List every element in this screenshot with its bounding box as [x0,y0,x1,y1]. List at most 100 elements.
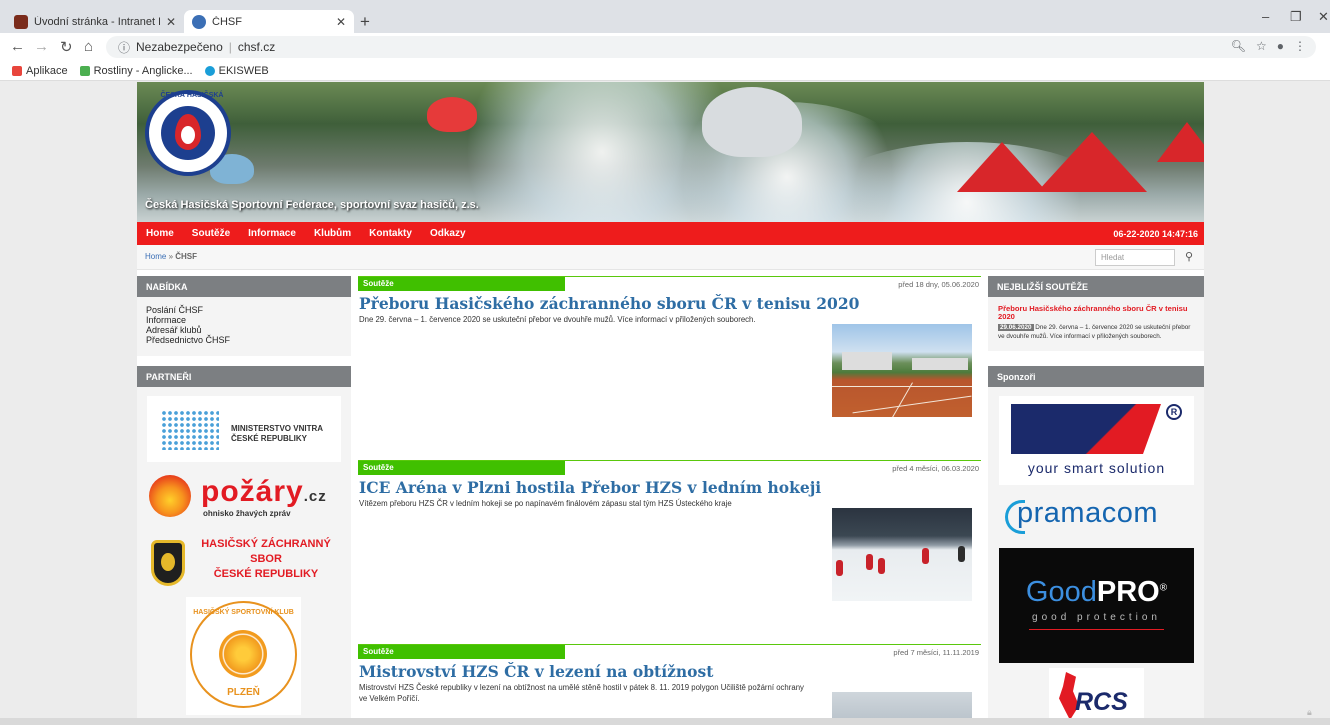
menu-kontakty[interactable]: Kontakty [369,228,412,239]
menu-odkazy[interactable]: Odkazy [430,228,466,239]
page: ČESKÁ HASIČSKÁ Česká Hasičská Sportovní … [137,82,1204,725]
article-thumbnail-hockey[interactable] [832,508,972,601]
reload-icon[interactable]: ↻ [60,38,73,56]
header-banner: ČESKÁ HASIČSKÁ Česká Hasičská Sportovní … [137,82,1204,222]
site-tagline: Česká Hasičská Sportovní Federace, sport… [145,199,479,211]
menu-informace[interactable]: Informace [248,228,296,239]
zoom-icon[interactable]: 🔍︎ [1231,39,1246,53]
next-competition-text: 29.06.2020 Dne 29. června – 1. července … [998,323,1198,341]
home-icon[interactable]: ⌂ [84,38,93,55]
sponsor-goodpro-logo[interactable]: GoodPRO® good protection [999,548,1194,663]
sidebar-item-poslani[interactable]: Poslání ČHSF [146,305,203,315]
logo-emblem-icon [161,106,215,160]
sponsor-rcs-logo[interactable]: RCS [1049,668,1144,725]
mv-line-2: ČESKÉ REPUBLIKY [231,434,308,443]
sidebar-item-predsednictvo[interactable]: Předsednictvo ČHSF [146,335,230,345]
goodpro-pro: PRO [1096,576,1160,608]
hzs-line-2: SBOR [250,553,282,565]
next-competition-link[interactable]: Přeboru Hasičského záchranného sboru ČR … [998,305,1198,321]
leaf-icon [79,65,90,76]
article-title[interactable]: Přeboru Hasičského záchranného sboru ČR … [359,294,859,313]
forward-icon[interactable]: → [34,38,49,55]
partner-pozary-logo[interactable]: požáry.cz ohnisko žhavých zpráv [149,475,343,523]
pramacom-word: pramacom [1017,497,1158,529]
deva-slogan: your smart solution [1027,460,1166,476]
new-tab-button[interactable]: + [360,12,370,32]
cookie-bar [0,718,1330,725]
breadcrumb-separator: » [166,252,176,261]
menu-icon[interactable]: ⋮ [1294,39,1306,53]
sidebar-item-informace[interactable]: Informace [146,315,186,325]
back-icon[interactable]: ← [10,38,25,55]
partner-hzs-logo[interactable]: HASIČSKÝ ZÁCHRANNÝ SBOR ČESKÉ REPUBLIKY [151,538,345,598]
main-menu: Home Soutěže Informace Klubům Kontakty O… [137,222,1204,245]
article-thumbnail-tennis[interactable] [832,324,972,417]
intranet-favicon-icon [14,14,28,29]
breadcrumb-bar: Home » ČHSF Hledat ⚲ [137,245,1204,270]
sponsor-pramacom-logo[interactable]: pramacom [999,490,1194,550]
bookmark-label: Rostliny - Anglicke... [93,64,193,77]
next-competition-date: 29.06.2020 [998,324,1034,331]
search-input[interactable]: Hledat [1095,249,1175,266]
partner-mv-logo[interactable]: MINISTERSTVO VNITRA ČESKÉ REPUBLIKY [147,396,341,462]
hzs-line-1: HASIČSKÝ ZÁCHRANNÝ [201,538,331,550]
goodpro-reg: ® [1159,582,1168,594]
bookmark-label: EKISWEB [218,64,269,77]
pozary-name: požáry [201,475,304,508]
sidebar-item-adresar[interactable]: Adresář klubů [146,325,202,335]
info-icon[interactable]: ⓘ [118,39,130,56]
article-perex: Dne 29. června – 1. července 2020 se usk… [359,315,756,324]
article-date: před 18 dny, 05.06.2020 [898,280,979,289]
url-text: chsf.cz [237,40,276,54]
mv-text: MINISTERSTVO VNITRA ČESKÉ REPUBLIKY [231,424,323,444]
rcs-word: RCS [1075,688,1128,716]
restore-icon[interactable]: ❐ [1290,9,1302,25]
article-perex: Mistrovství HZS České republiky v lezení… [359,683,804,703]
tab-title: ČHSF [212,15,242,28]
flame-icon [219,630,267,678]
chsf-favicon-icon [192,14,206,29]
close-tab-icon[interactable]: ✕ [336,15,346,29]
hzs-line-3: ČESKÉ REPUBLIKY [213,568,319,580]
partner-hsk-plzen-logo[interactable]: HASIČSKÝ SPORTOVNÍ KLUB PLZEŇ [186,597,301,715]
menu-klubum[interactable]: Klubům [314,228,351,239]
mv-dots-icon [161,410,219,450]
article-title[interactable]: ICE Aréna v Plzni hostila Přebor HZS v l… [359,478,821,497]
browser-tab-intranet[interactable]: Úvodní stránka - Intranet HZS Kr ✕ [6,10,184,33]
address-bar[interactable]: ⓘ Nezabezpečeno | chsf.cz 🔍︎ ☆ ● ⋮ [106,36,1316,58]
profile-icon[interactable]: ● [1277,39,1284,53]
tab-title: Úvodní stránka - Intranet HZS Kr [34,15,160,28]
close-tab-icon[interactable]: ✕ [166,15,176,29]
browser-tab-chsf[interactable]: ČHSF ✕ [184,10,354,33]
breadcrumb-home[interactable]: Home [145,252,166,261]
article-title[interactable]: Mistrovství HZS ČR v lezení na obtížnost [359,662,713,681]
bookmark-ekisweb[interactable]: EKISWEB [204,64,269,77]
article-card: Soutěže před 4 měsíci, 06.03.2020 ICE Ar… [358,460,981,646]
article-category[interactable]: Soutěže [358,645,565,659]
apps-grid-icon [12,65,22,76]
bookmark-apps[interactable]: Aplikace [12,65,68,77]
sponzori-heading: Sponzoři [988,366,1204,387]
article-card: Soutěže před 18 dny, 05.06.2020 Přeboru … [358,276,981,462]
deva-registered: R [1166,404,1182,420]
ekisweb-icon [204,65,215,76]
nabidka-box: NABÍDKA Poslání ČHSF Informace Adresář k… [137,276,351,356]
chsf-logo[interactable]: ČESKÁ HASIČSKÁ [145,90,231,176]
article-category[interactable]: Soutěže [358,277,565,291]
menu-souteze[interactable]: Soutěže [192,228,230,239]
browser-tab-strip: Úvodní stránka - Intranet HZS Kr ✕ ČHSF … [0,0,1330,33]
hsk-bottom-text: PLZEŇ [227,687,260,698]
nejblizsi-heading: NEJBLIŽŠÍ SOUTĚŽE [988,276,1204,297]
address-separator: | [228,40,232,54]
article-category[interactable]: Soutěže [358,461,565,475]
address-actions: 🔍︎ ☆ ● ⋮ [1231,39,1306,53]
close-window-icon[interactable]: ✕ [1318,9,1329,25]
article-perex: Vítězem přeboru HZS ČR v ledním hokeji s… [359,499,732,508]
bookmark-rostliny[interactable]: Rostliny - Anglicke... [79,64,193,77]
menu-home[interactable]: Home [146,228,174,239]
minimize-icon[interactable]: – [1262,9,1269,24]
partneri-heading: PARTNEŘI [137,366,351,387]
bookmark-star-icon[interactable]: ☆ [1256,39,1267,53]
search-icon[interactable]: ⚲ [1185,250,1193,263]
sponsor-deva-logo[interactable]: R your smart solution [999,396,1194,485]
